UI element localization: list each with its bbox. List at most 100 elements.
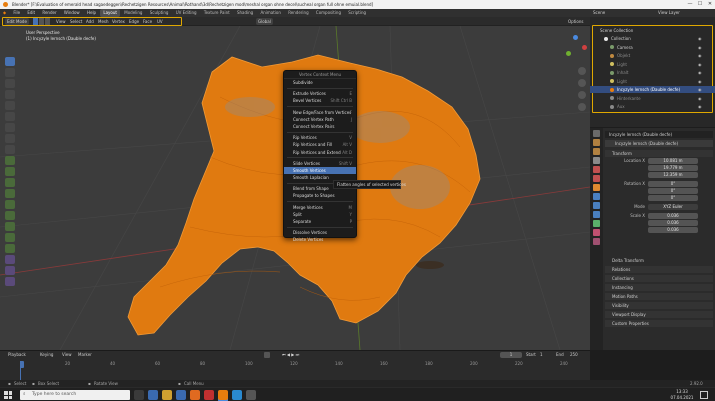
visibility-eye-icon[interactable]: ◉ xyxy=(698,69,702,76)
grid-view-icon[interactable] xyxy=(578,103,586,111)
menu-edit[interactable]: Edit xyxy=(24,9,38,17)
context-menu-item[interactable]: Rip Vertices V xyxy=(284,134,356,141)
outliner-row[interactable]: Light ◉ xyxy=(590,61,715,68)
context-menu-item[interactable]: Extrude Vertices E xyxy=(284,90,356,97)
extrude-tool-icon[interactable] xyxy=(5,156,15,165)
material-tab-icon[interactable] xyxy=(593,229,600,236)
rotation-z-field[interactable]: 0° xyxy=(648,195,698,201)
visibility-eye-icon[interactable]: ◉ xyxy=(698,52,702,59)
context-menu-item[interactable]: Bevel Vertices Shift Ctrl B xyxy=(284,97,356,104)
context-menu-item[interactable]: Separate P xyxy=(284,218,356,225)
tab-modeling[interactable]: Modeling xyxy=(121,9,145,17)
data-tab-icon[interactable] xyxy=(593,220,600,227)
properties-section-header[interactable]: Custom Properties xyxy=(605,320,713,327)
mesh-name-field[interactable]: Incyzyle lernsch (Dauble decfe) xyxy=(605,140,713,147)
windows-start-icon[interactable] xyxy=(4,391,12,399)
context-menu-item[interactable]: Dissolve Vertices xyxy=(284,229,356,236)
y-axis-handle-icon[interactable] xyxy=(566,51,571,56)
visibility-eye-icon[interactable]: ◉ xyxy=(698,78,702,85)
menu-uv[interactable]: UV xyxy=(155,18,165,25)
context-menu-item[interactable]: Smooth Vertices xyxy=(284,166,356,175)
marker-menu[interactable]: Marker xyxy=(78,351,92,359)
notification-icon[interactable] xyxy=(700,391,708,399)
transform-panel-header[interactable]: Transform xyxy=(605,150,713,157)
transform-tool-icon[interactable] xyxy=(5,112,15,121)
menu-vertex[interactable]: Vertex xyxy=(110,18,127,25)
edge-slide-tool-icon[interactable] xyxy=(5,244,15,253)
move-tool-icon[interactable] xyxy=(5,79,15,88)
context-menu-item[interactable]: Rip Vertices and Fill Alt V xyxy=(284,141,356,148)
outliner-row[interactable]: Incyzyle lernsch (Dauble decfe) ◉ xyxy=(590,86,715,93)
taskbar-time[interactable]: 13:33 xyxy=(672,389,692,394)
outliner-row[interactable]: Inhalt ◉ xyxy=(590,69,715,76)
view-layer-tab-icon[interactable] xyxy=(593,157,600,164)
visibility-eye-icon[interactable]: ◉ xyxy=(698,61,702,68)
tab-animation[interactable]: Animation xyxy=(258,9,284,17)
context-menu-item[interactable]: Split Y xyxy=(284,211,356,218)
zoom-icon[interactable] xyxy=(578,67,586,75)
visibility-eye-icon[interactable]: ◉ xyxy=(698,95,702,102)
tab-sculpting[interactable]: Sculpting xyxy=(147,9,172,17)
properties-section-header[interactable]: Visibility xyxy=(605,302,713,309)
context-menu-item[interactable]: New Edge/Face from Vertices F xyxy=(284,109,356,116)
bevel-tool-icon[interactable] xyxy=(5,178,15,187)
scene-selector[interactable]: Scene xyxy=(590,9,608,17)
record-icon[interactable] xyxy=(264,352,270,358)
outliner-row[interactable]: Camera ◉ xyxy=(590,44,715,51)
context-menu-item[interactable]: Slide Vertices Shift V xyxy=(284,160,356,167)
current-frame-field[interactable]: 1 xyxy=(500,352,522,358)
loop-cut-tool-icon[interactable] xyxy=(5,189,15,198)
rotation-y-field[interactable]: 0° xyxy=(648,188,698,194)
vertex-select-icon[interactable] xyxy=(33,18,38,25)
outliner-row[interactable]: Collection ◉ xyxy=(590,35,715,42)
tab-rendering[interactable]: Rendering xyxy=(285,9,311,17)
context-menu-item[interactable]: Connect Vertex Path J xyxy=(284,116,356,123)
scene-tab-icon[interactable] xyxy=(593,166,600,173)
particles-tab-icon[interactable] xyxy=(593,202,600,209)
menu-edge[interactable]: Edge xyxy=(127,18,141,25)
edge-select-icon[interactable] xyxy=(39,18,44,25)
properties-section-header[interactable]: Viewport Display xyxy=(605,311,713,318)
rotation-x-field[interactable]: 0° xyxy=(648,181,698,187)
scale-x-field[interactable]: 0.036 xyxy=(648,213,698,219)
context-menu-item[interactable]: Connect Vertex Pairs xyxy=(284,123,356,130)
properties-section-header[interactable]: Motion Paths xyxy=(605,293,713,300)
navigation-gizmo[interactable] xyxy=(562,35,588,61)
menu-window[interactable]: Window xyxy=(61,9,83,17)
context-menu-item[interactable]: Rip Vertices and Extend Alt D xyxy=(284,149,356,156)
outliner-row[interactable]: Light ◉ xyxy=(590,78,715,85)
tab-scripting[interactable]: Scripting xyxy=(345,9,369,17)
firefox-icon[interactable] xyxy=(190,390,200,400)
tab-compositing[interactable]: Compositing xyxy=(313,9,344,17)
spin-tool-icon[interactable] xyxy=(5,222,15,231)
context-menu-item[interactable]: Merge Vertices M xyxy=(284,204,356,211)
menu-help[interactable]: Help xyxy=(84,9,99,17)
face-select-icon[interactable] xyxy=(45,18,50,25)
store-icon[interactable] xyxy=(176,390,186,400)
scale-tool-icon[interactable] xyxy=(5,101,15,110)
z-axis-handle-icon[interactable] xyxy=(573,35,578,40)
camera-view-icon[interactable] xyxy=(578,91,586,99)
context-menu-item[interactable]: Subdivide xyxy=(284,79,356,86)
tab-shading[interactable]: Shading xyxy=(234,9,256,17)
task-view-icon[interactable] xyxy=(134,390,144,400)
object-name-field[interactable]: Incyzyle lernsch (Dauble decfe) xyxy=(605,131,713,138)
playback-controls-icon[interactable]: ⏮ ◀ ▶ ⏭ xyxy=(282,351,299,359)
shrink-fatten-tool-icon[interactable] xyxy=(5,255,15,264)
menu-render[interactable]: Render xyxy=(39,9,59,17)
tab-layout[interactable]: Layout xyxy=(100,9,120,17)
tool-tab-icon[interactable] xyxy=(593,130,600,137)
world-tab-icon[interactable] xyxy=(593,175,600,182)
smooth-tool-icon[interactable] xyxy=(5,233,15,242)
menu-file[interactable]: File xyxy=(10,9,23,17)
properties-section-header[interactable]: Collections xyxy=(605,275,713,282)
options-button[interactable]: Options xyxy=(566,18,585,25)
outliner-row[interactable]: Aux ◉ xyxy=(590,103,715,110)
acrobat-icon[interactable] xyxy=(204,390,214,400)
context-menu-item[interactable]: Propagate to Shapes xyxy=(284,192,356,199)
scale-y-field[interactable]: 0.036 xyxy=(648,220,698,226)
playback-menu[interactable]: Playback xyxy=(8,351,26,359)
cursor-tool-icon[interactable] xyxy=(5,68,15,77)
menu-view[interactable]: View xyxy=(54,18,68,25)
x-axis-handle-icon[interactable] xyxy=(582,45,587,50)
